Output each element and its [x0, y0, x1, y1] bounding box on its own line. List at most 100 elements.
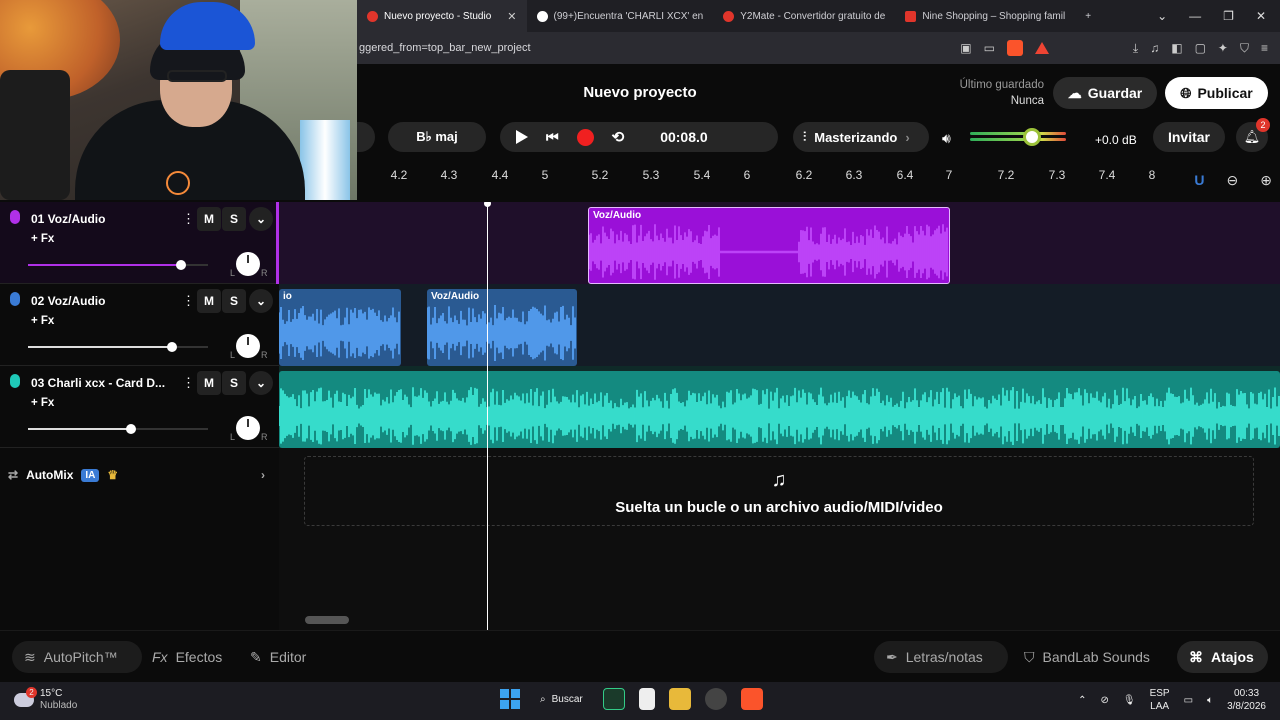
display-icon[interactable]: ▭ [1184, 695, 1193, 706]
app-icon[interactable] [602, 688, 625, 710]
zoom-in-icon[interactable]: ⊕ [1260, 172, 1272, 189]
pan-knob[interactable] [236, 334, 260, 358]
pan-knob[interactable] [236, 416, 260, 440]
track-header-02[interactable]: 02 Voz/Audio ⋮ M S ⌄ + Fx L R [0, 284, 279, 366]
horizontal-scrollbar[interactable] [305, 616, 349, 624]
tab-nuevo-proyecto[interactable]: Nuevo proyecto - Studio ✕ [357, 0, 527, 32]
pan-knob[interactable] [236, 252, 260, 276]
speaker-icon[interactable]: 🔊︎ [942, 130, 951, 147]
vpn-icon[interactable]: ⛉ [1240, 41, 1249, 56]
add-fx-button[interactable]: + Fx [31, 233, 54, 245]
lane-track-1[interactable]: Voz/Audio [279, 202, 1280, 284]
chevron-down-icon[interactable]: ⌄ [249, 289, 273, 313]
tab-nine-shopping[interactable]: Nine Shopping – Shopping famil [895, 0, 1075, 32]
track-volume-slider[interactable] [28, 424, 208, 434]
app-icon[interactable] [704, 688, 727, 710]
clock[interactable]: 00:33 3/8/2026 [1227, 687, 1266, 713]
brave-rewards-icon[interactable] [1034, 42, 1049, 54]
audio-clip[interactable]: Voz/Audio [588, 207, 950, 284]
master-volume-knob[interactable] [1023, 128, 1042, 146]
menu-icon[interactable]: ≡ [1261, 41, 1268, 55]
record-icon[interactable] [576, 128, 594, 146]
track-volume-slider[interactable] [28, 260, 208, 270]
tab-list-icon[interactable]: ⌄ [1157, 9, 1167, 23]
volume-icon[interactable]: 🔈︎ [1207, 695, 1213, 706]
windows-start-icon[interactable] [500, 689, 520, 709]
language-indicator[interactable]: ESP LAA [1150, 687, 1170, 713]
loop-icon[interactable]: ⟲ [612, 128, 625, 146]
audio-clip[interactable] [279, 371, 1280, 448]
add-fx-button[interactable]: + Fx [31, 397, 54, 409]
taskbar-search[interactable]: ⌕ Buscar [534, 694, 589, 705]
add-fx-button[interactable]: + Fx [31, 315, 54, 327]
close-tab-icon[interactable]: ✕ [507, 10, 516, 23]
music-icon[interactable]: ♫ [1150, 41, 1159, 55]
folder-icon[interactable] [668, 688, 691, 710]
skip-back-icon[interactable]: ⏮︎ [546, 129, 559, 146]
chevron-up-icon[interactable]: ⌃ [1078, 695, 1086, 706]
microphone-icon[interactable]: 🎙︎ [1123, 695, 1136, 706]
snap-magnet-icon[interactable]: U [1194, 172, 1204, 189]
mute-button[interactable]: M [197, 207, 221, 231]
more-menu-icon[interactable]: ⋮ [182, 293, 195, 309]
solo-button[interactable]: S [222, 371, 246, 395]
autopitch-button[interactable]: ≋ AutoPitch™ [12, 641, 142, 673]
volume-handle[interactable] [176, 260, 186, 270]
lane-track-2[interactable]: io Voz/Audio [279, 284, 1280, 366]
track-name[interactable]: 01 Voz/Audio [31, 212, 171, 226]
close-window-icon[interactable]: ✕ [1256, 9, 1266, 23]
drop-zone[interactable]: ♫ Suelta un bucle o un archivo audio/MID… [304, 456, 1254, 526]
chevron-down-icon[interactable]: ⌄ [249, 371, 273, 395]
track-header-03[interactable]: 03 Charli xcx - Card D... ⋮ M S ⌄ + Fx L R [0, 366, 279, 448]
timeline-ruler[interactable]: U ⊖ ⊕ 4.2 4.3 4.4 5 5.2 5.3 5.4 6 6.2 6.3 6.4 7 7.2 7… [357, 162, 1280, 202]
weather-widget[interactable]: 2 15°C Nublado [14, 687, 77, 712]
screen-share-icon[interactable]: ▭ [984, 41, 995, 55]
master-volume-meter[interactable] [970, 128, 1066, 146]
save-button[interactable]: ☁ Guardar [1053, 77, 1157, 109]
shortcuts-button[interactable]: ⌘ Atajos [1177, 641, 1268, 673]
effects-button[interactable]: Fx Efectos [140, 641, 236, 673]
automix-row[interactable]: ⇄ AutoMix IA ♛ › [0, 456, 279, 494]
volume-handle[interactable] [125, 424, 136, 434]
wallet-icon[interactable]: ▢ [1195, 41, 1206, 55]
minimize-icon[interactable]: — [1189, 9, 1201, 23]
audio-clip[interactable]: io [279, 289, 401, 366]
invite-button[interactable]: Invitar [1153, 122, 1225, 152]
network-off-icon[interactable]: ⊘ [1101, 695, 1109, 706]
track-name[interactable]: 02 Voz/Audio [31, 294, 171, 308]
volume-handle[interactable] [167, 342, 177, 352]
playhead[interactable] [484, 202, 491, 630]
brave-browser-icon[interactable] [740, 688, 763, 710]
cast-icon[interactable]: ▣ [960, 41, 971, 55]
play-icon[interactable] [516, 130, 528, 144]
lane-track-3[interactable] [279, 366, 1280, 448]
track-name[interactable]: 03 Charli xcx - Card D... [31, 376, 171, 390]
mastering-button[interactable]: ⫶ Masterizando › [793, 122, 929, 152]
more-menu-icon[interactable]: ⋮ [182, 375, 195, 391]
new-tab-button[interactable]: + [1075, 0, 1101, 32]
notifications-button[interactable]: 🔔︎ 2 [1236, 118, 1270, 152]
solo-button[interactable]: S [222, 289, 246, 313]
track-volume-slider[interactable] [28, 342, 208, 352]
brave-shields-icon[interactable] [1006, 40, 1023, 56]
bandlab-sounds-button[interactable]: ⛉ BandLab Sounds [1012, 641, 1168, 673]
editor-button[interactable]: ✎ Editor [238, 641, 328, 673]
audio-clip[interactable]: Voz/Audio [427, 289, 577, 366]
tab-tiktok[interactable]: (99+)Encuentra 'CHARLI XCX' en [527, 0, 714, 32]
chevron-down-icon[interactable]: ⌄ [249, 207, 273, 231]
download-icon[interactable]: ⤓ [1133, 41, 1138, 56]
solo-button[interactable]: S [222, 207, 246, 231]
maximize-icon[interactable]: ❐ [1223, 9, 1234, 23]
tab-y2mate[interactable]: Y2Mate - Convertidor gratuito de [713, 0, 895, 32]
mute-button[interactable]: M [197, 371, 221, 395]
tempo-pill[interactable] [355, 122, 375, 152]
more-menu-icon[interactable]: ⋮ [182, 211, 195, 227]
address-bar[interactable]: ggered_from=top_bar_new_project ▣ ▭ ⤓ ♫ … [357, 32, 1280, 64]
sidebar-icon[interactable]: ◧ [1171, 41, 1182, 55]
file-icon[interactable] [638, 688, 655, 710]
mute-button[interactable]: M [197, 289, 221, 313]
lyrics-button[interactable]: ✒ Letras/notas [874, 641, 1008, 673]
key-selector[interactable]: B♭ maj [388, 122, 486, 152]
track-header-01[interactable]: 01 Voz/Audio ⋮ M S ⌄ + Fx L R [0, 202, 279, 284]
zoom-out-icon[interactable]: ⊖ [1227, 172, 1239, 189]
